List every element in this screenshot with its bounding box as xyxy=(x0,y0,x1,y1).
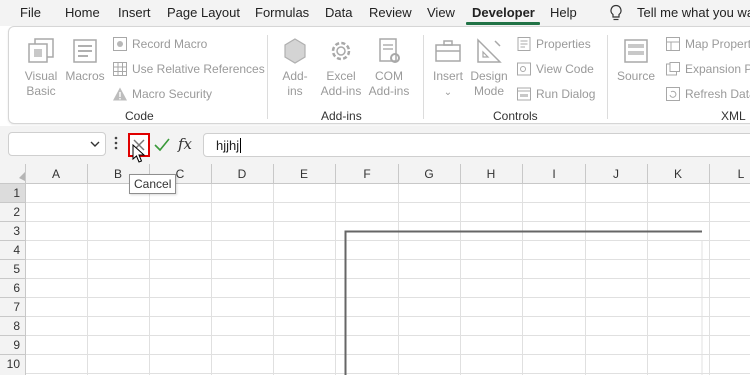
refresh-data-icon xyxy=(666,87,680,101)
source-button[interactable]: Source xyxy=(613,35,659,84)
column-header[interactable]: A xyxy=(52,167,60,181)
menu-data[interactable]: Data xyxy=(325,5,352,20)
group-label-xml: XML xyxy=(721,109,746,123)
mouse-pointer-icon xyxy=(132,144,146,163)
view-code-button[interactable]: View Code xyxy=(516,59,594,79)
group-label-controls: Controls xyxy=(493,109,538,123)
menu-page-layout[interactable]: Page Layout xyxy=(167,5,240,20)
visual-basic-button[interactable]: Visual Basic xyxy=(19,35,63,99)
map-properties-button[interactable]: Map Propertie xyxy=(665,34,750,54)
menu-developer[interactable]: Developer xyxy=(472,5,535,20)
menu-insert[interactable]: Insert xyxy=(118,5,151,20)
active-tab-indicator xyxy=(466,22,540,25)
menu-formulas[interactable]: Formulas xyxy=(255,5,309,20)
menu-home[interactable]: Home xyxy=(65,5,100,20)
macros-icon xyxy=(73,39,97,63)
add-ins-icon xyxy=(284,38,306,64)
map-properties-icon xyxy=(666,37,680,51)
checkmark-icon[interactable] xyxy=(153,136,171,154)
row-header[interactable]: 2 xyxy=(13,205,20,219)
menu-review[interactable]: Review xyxy=(369,5,412,20)
row-header[interactable]: 8 xyxy=(13,319,20,333)
ruler-triangle-icon xyxy=(477,38,502,63)
menu-help[interactable]: Help xyxy=(550,5,577,20)
insert-function-button[interactable]: fx xyxy=(178,135,192,153)
group-label-add-ins: Add-ins xyxy=(321,109,362,123)
chevron-down-icon[interactable] xyxy=(89,138,101,150)
row-header[interactable]: 9 xyxy=(13,338,20,352)
use-relative-references-button[interactable]: Use Relative References xyxy=(112,59,265,79)
com-add-ins-icon xyxy=(379,38,400,63)
macro-security-button[interactable]: Macro Security xyxy=(112,84,212,104)
text-caret xyxy=(240,138,242,153)
menu-bar: File Home Insert Page Layout Formulas Da… xyxy=(0,0,750,26)
cancel-tooltip: Cancel xyxy=(129,174,177,194)
expansion-packs-button[interactable]: Expansion Pa xyxy=(665,59,750,79)
column-header[interactable]: B xyxy=(114,167,122,181)
row-header[interactable]: 7 xyxy=(13,300,20,314)
macros-button[interactable]: Macros xyxy=(63,35,107,84)
properties-icon xyxy=(517,37,531,51)
visual-basic-icon xyxy=(28,38,54,63)
run-dialog-button[interactable]: Run Dialog xyxy=(516,84,595,104)
column-header[interactable]: C xyxy=(176,167,185,181)
ribbon: Visual Basic Macros Record Macro Use Rel… xyxy=(8,26,750,124)
row-header[interactable]: 10 xyxy=(7,357,21,371)
column-header[interactable]: I xyxy=(552,167,555,181)
design-mode-button[interactable]: Design Mode xyxy=(469,35,509,99)
row-header[interactable]: 4 xyxy=(13,243,20,257)
column-header[interactable]: G xyxy=(424,167,433,181)
expansion-packs-icon xyxy=(666,62,680,76)
group-separator xyxy=(267,35,268,119)
row-header[interactable]: 1 xyxy=(13,186,20,200)
more-options-icon[interactable] xyxy=(113,135,119,151)
row-header[interactable]: 6 xyxy=(13,281,20,295)
group-label-code: Code xyxy=(125,109,154,123)
insert-control-button[interactable]: Insert ⌄ xyxy=(429,35,467,100)
tell-me-search[interactable]: Tell me what you wa xyxy=(637,5,750,20)
com-add-ins-button[interactable]: COM Add-ins xyxy=(365,35,413,99)
group-separator xyxy=(607,35,608,119)
run-dialog-icon xyxy=(517,87,531,101)
spreadsheet-grid[interactable]: A B C D E F G H I J K L 1 2 3 4 5 6 7 8 … xyxy=(0,164,750,375)
gear-icon xyxy=(331,41,351,61)
column-header[interactable]: L xyxy=(738,167,745,181)
refresh-data-button[interactable]: Refresh Data xyxy=(665,84,750,104)
lightbulb-icon[interactable] xyxy=(608,4,624,22)
menu-view[interactable]: View xyxy=(427,5,455,20)
xml-source-icon xyxy=(624,39,648,63)
column-header-bar xyxy=(0,164,750,183)
column-header[interactable]: D xyxy=(238,167,247,181)
excel-add-ins-button[interactable]: Excel Add-ins xyxy=(317,35,365,99)
name-box[interactable] xyxy=(8,132,106,156)
formula-input[interactable]: hjjhj xyxy=(203,133,750,157)
view-code-icon xyxy=(517,62,531,76)
warning-triangle-icon xyxy=(113,87,127,101)
properties-button[interactable]: Properties xyxy=(516,34,591,54)
column-header[interactable]: H xyxy=(487,167,496,181)
row-header[interactable]: 3 xyxy=(13,224,20,238)
chevron-down-icon: ⌄ xyxy=(443,87,453,98)
column-header[interactable]: F xyxy=(363,167,370,181)
relative-references-icon xyxy=(113,62,127,76)
record-macro-icon xyxy=(113,37,127,51)
column-header[interactable]: J xyxy=(613,167,619,181)
column-header[interactable]: E xyxy=(300,167,308,181)
toolbox-icon xyxy=(435,40,461,62)
row-header[interactable]: 5 xyxy=(13,262,20,276)
group-separator xyxy=(423,35,424,119)
menu-file[interactable]: File xyxy=(20,5,41,20)
record-macro-button[interactable]: Record Macro xyxy=(112,34,207,54)
column-header[interactable]: K xyxy=(674,167,682,181)
add-ins-button[interactable]: Add- ins xyxy=(275,35,315,99)
